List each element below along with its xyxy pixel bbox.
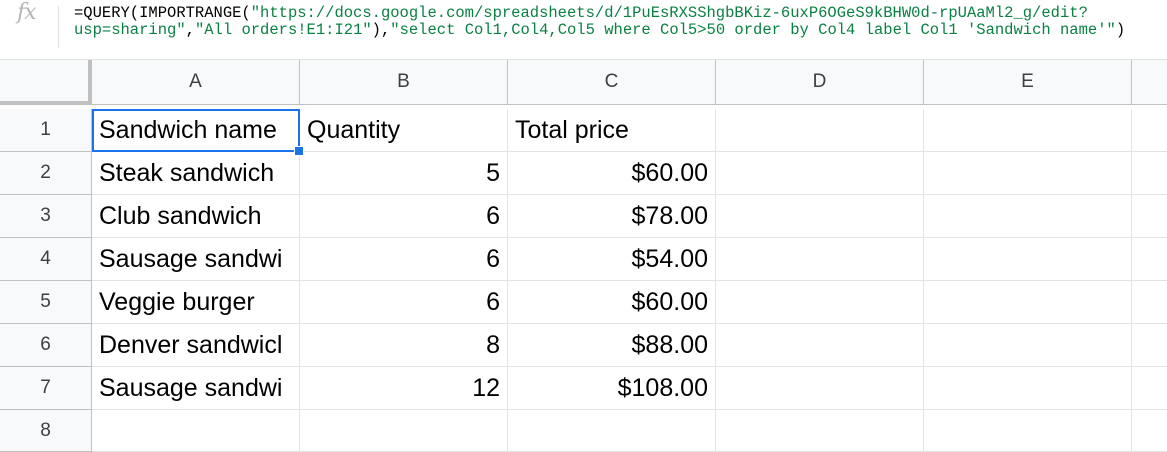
cell-a3[interactable]: Club sandwich [92, 195, 300, 238]
formula-separator: ), [371, 21, 391, 39]
cell-b6[interactable]: 8 [300, 324, 508, 367]
cell-b2[interactable]: 5 [300, 152, 508, 195]
column-header-c[interactable]: C [508, 60, 716, 105]
cell-d5[interactable] [716, 281, 924, 324]
row-header-4[interactable]: 4 [0, 238, 92, 281]
cell-e6[interactable] [924, 324, 1132, 367]
cell-e1[interactable] [924, 109, 1132, 152]
column-header-d[interactable]: D [716, 60, 924, 105]
cell-e4[interactable] [924, 238, 1132, 281]
fill-handle[interactable] [294, 146, 304, 156]
cell-d8[interactable] [716, 410, 924, 452]
cell-b3[interactable]: 6 [300, 195, 508, 238]
cell-b5[interactable]: 6 [300, 281, 508, 324]
cell-f1[interactable] [1132, 109, 1167, 152]
column-header-a[interactable]: A [92, 60, 300, 105]
cell-e3[interactable] [924, 195, 1132, 238]
cell-f8[interactable] [1132, 410, 1167, 452]
cell-e2[interactable] [924, 152, 1132, 195]
cell-a7[interactable]: Sausage sandwi [92, 367, 300, 410]
cell-c6[interactable]: $88.00 [508, 324, 716, 367]
formula-range: "All orders!E1:I21" [194, 21, 372, 39]
cell-f5[interactable] [1132, 281, 1167, 324]
row-header-6[interactable]: 6 [0, 324, 92, 367]
column-header-e[interactable]: E [924, 60, 1132, 105]
cell-f3[interactable] [1132, 195, 1167, 238]
row-header-7[interactable]: 7 [0, 367, 92, 410]
cell-c4[interactable]: $54.00 [508, 238, 716, 281]
cell-d1[interactable] [716, 109, 924, 152]
cell-b4[interactable]: 6 [300, 238, 508, 281]
cell-c2[interactable]: $60.00 [508, 152, 716, 195]
row-header-3[interactable]: 3 [0, 195, 92, 238]
formula-input[interactable]: =QUERY(IMPORTRANGE("https://docs.google.… [74, 5, 1166, 39]
column-header-b[interactable]: B [300, 60, 508, 105]
cell-f7[interactable] [1132, 367, 1167, 410]
cell-c7[interactable]: $108.00 [508, 367, 716, 410]
formula-function: =QUERY(IMPORTRANGE( [74, 5, 251, 22]
formula-close: ) [1115, 21, 1126, 39]
cell-a2[interactable]: Steak sandwich [92, 152, 300, 195]
cell-c5[interactable]: $60.00 [508, 281, 716, 324]
cell-f4[interactable] [1132, 238, 1167, 281]
cell-a6[interactable]: Denver sandwicl [92, 324, 300, 367]
cell-e8[interactable] [924, 410, 1132, 452]
cell-c3[interactable]: $78.00 [508, 195, 716, 238]
formula-separator: , [185, 21, 195, 39]
column-header-f[interactable] [1132, 60, 1167, 105]
row-header-1[interactable]: 1 [0, 109, 92, 152]
formula-url-end: usp=sharing" [74, 21, 186, 39]
cell-b7[interactable]: 12 [300, 367, 508, 410]
cell-d4[interactable] [716, 238, 924, 281]
formula-bar: fx =QUERY(IMPORTRANGE("https://docs.goog… [0, 0, 1167, 60]
cell-a8[interactable] [92, 410, 300, 452]
cell-a1[interactable]: Sandwich name [92, 109, 300, 152]
cell-f6[interactable] [1132, 324, 1167, 367]
select-all-corner[interactable] [0, 60, 92, 105]
cell-d3[interactable] [716, 195, 924, 238]
cell-b8[interactable] [300, 410, 508, 452]
cell-e7[interactable] [924, 367, 1132, 410]
formula-bar-divider [58, 6, 59, 48]
row-header-5[interactable]: 5 [0, 281, 92, 324]
cell-c8[interactable] [508, 410, 716, 452]
cell-e5[interactable] [924, 281, 1132, 324]
cell-a4[interactable]: Sausage sandwi [92, 238, 300, 281]
formula-query: "select Col1,Col4,Col5 where Col5>50 ord… [390, 21, 1116, 39]
fx-icon: fx [17, 0, 37, 25]
cell-d7[interactable] [716, 367, 924, 410]
row-header-8[interactable]: 8 [0, 410, 92, 452]
cell-c1[interactable]: Total price [508, 109, 716, 152]
cell-f2[interactable] [1132, 152, 1167, 195]
formula-url: "https://docs.google.com/spreadsheets/d/… [250, 5, 1088, 22]
row-header-2[interactable]: 2 [0, 152, 92, 195]
cell-d6[interactable] [716, 324, 924, 367]
cell-d2[interactable] [716, 152, 924, 195]
cell-b1[interactable]: Quantity [300, 109, 508, 152]
cell-a5[interactable]: Veggie burger [92, 281, 300, 324]
